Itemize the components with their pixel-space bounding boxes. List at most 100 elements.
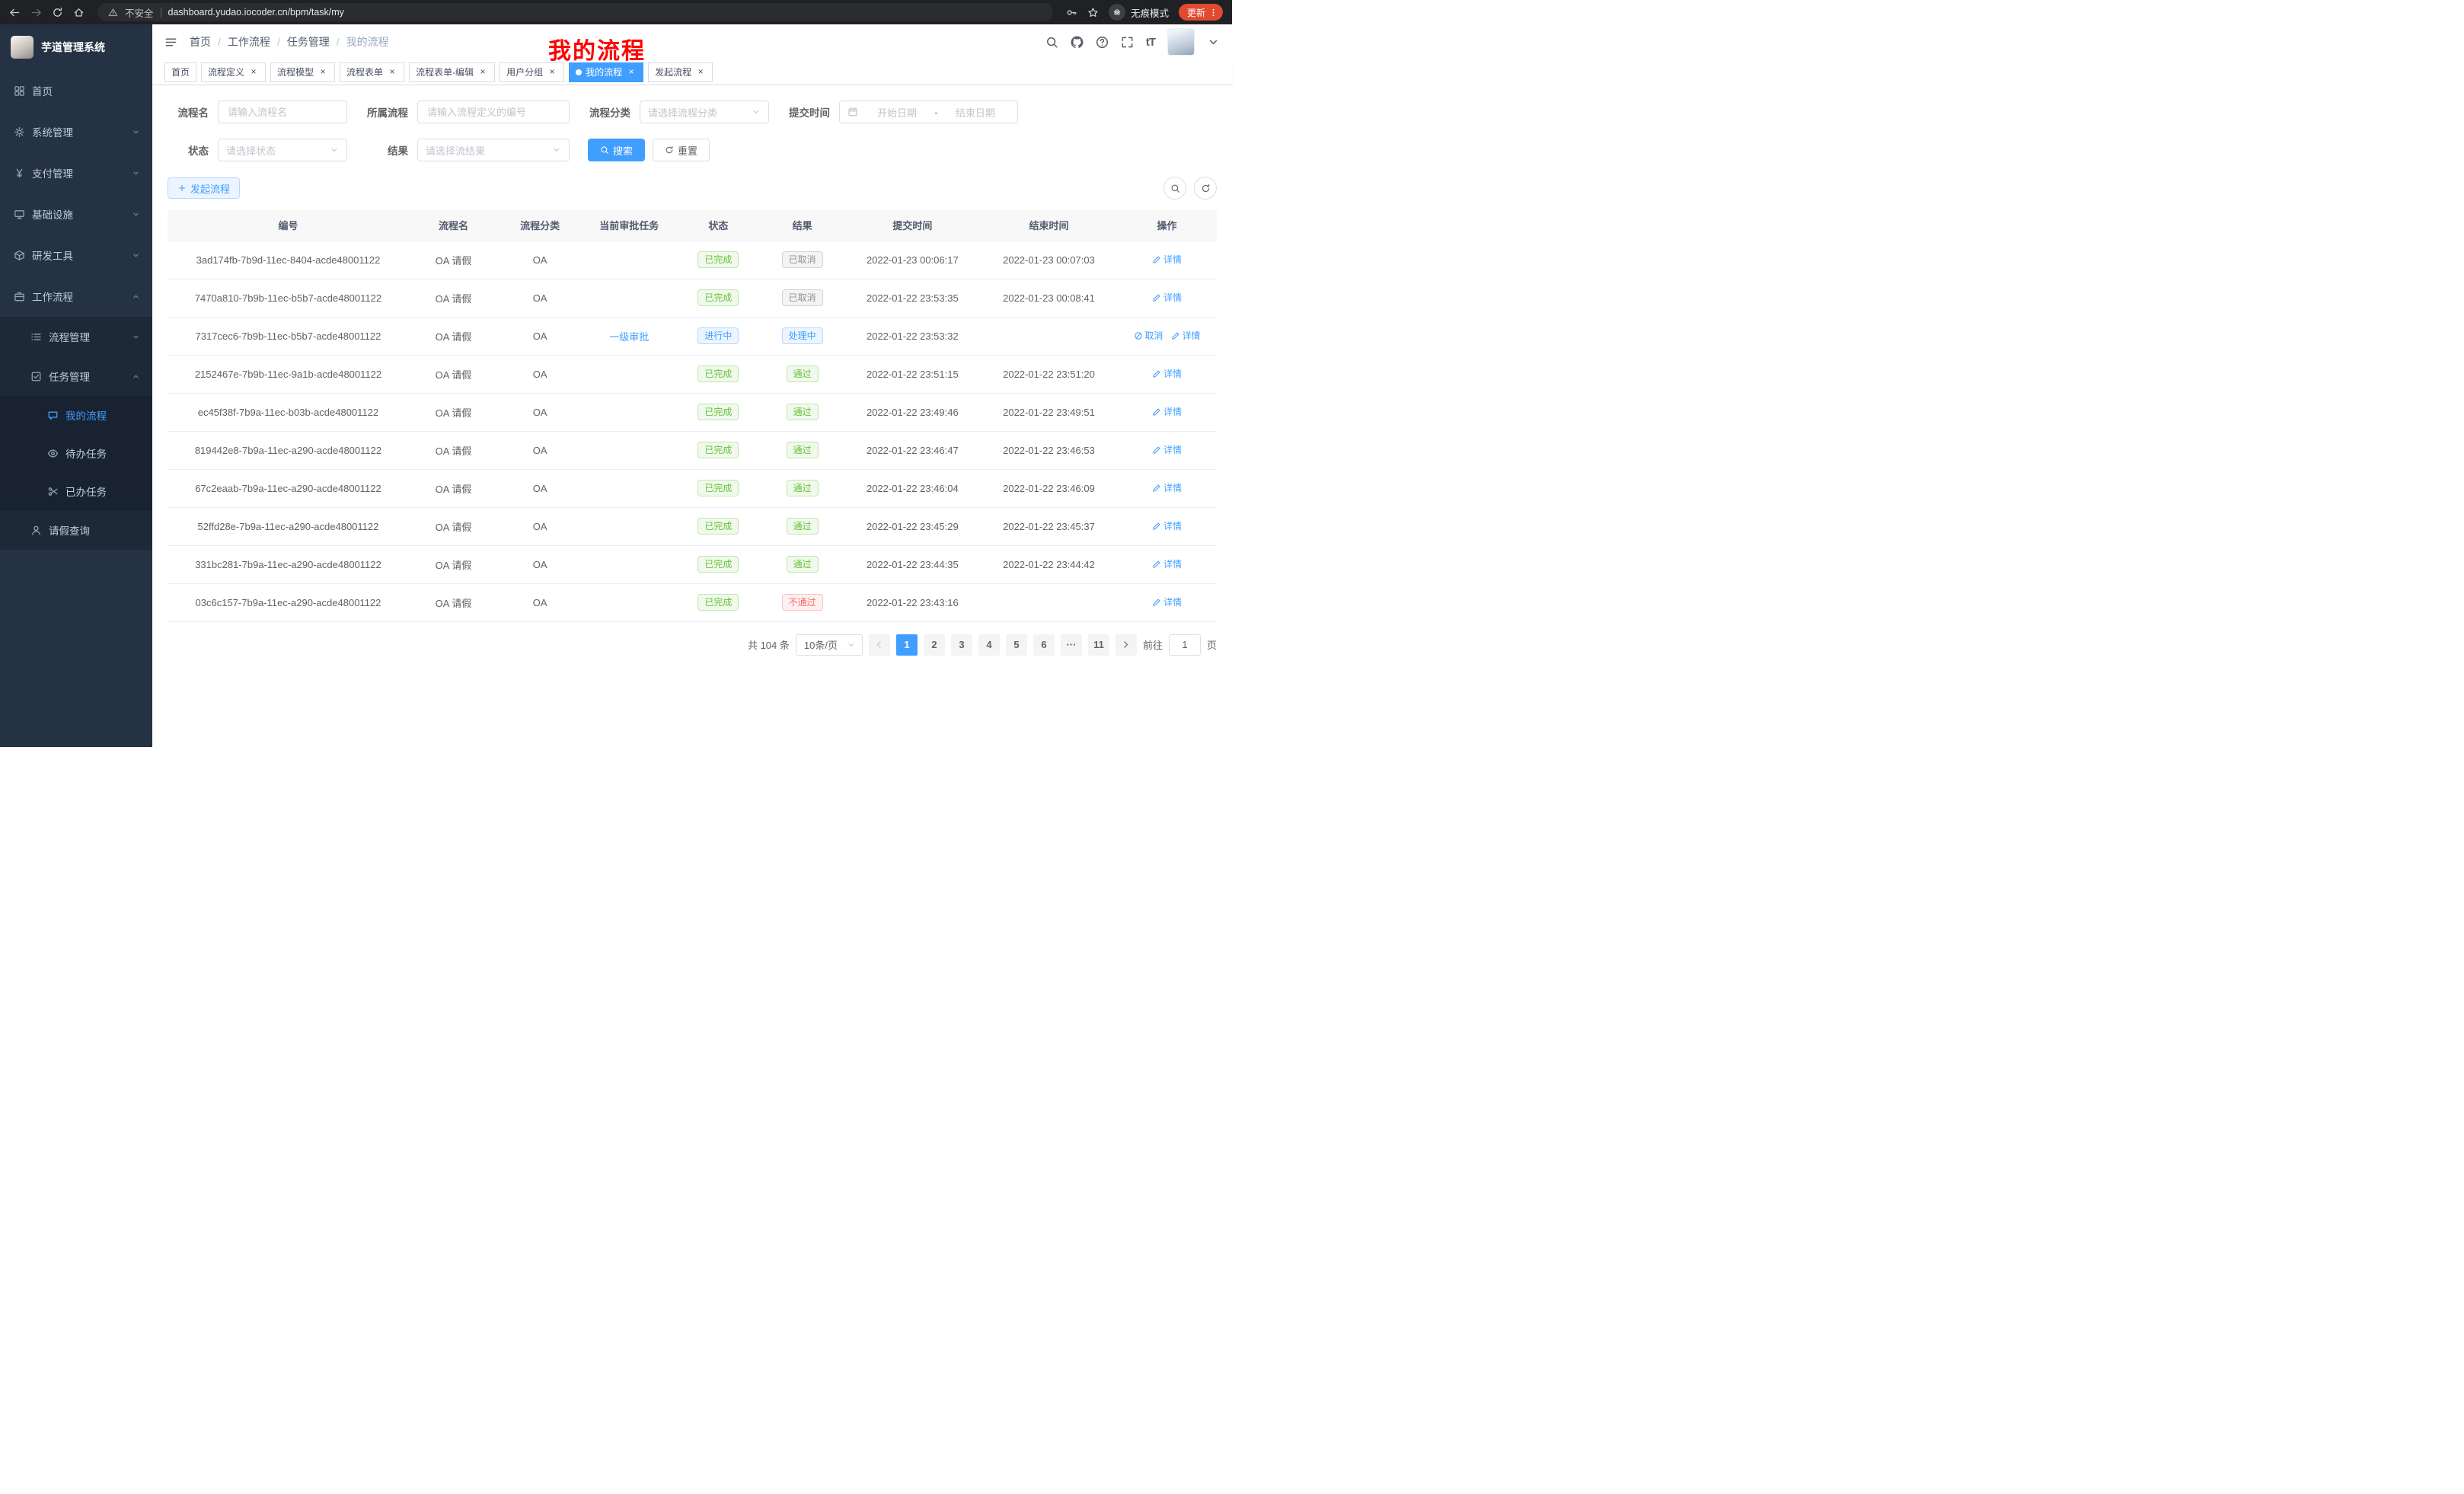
forward-icon[interactable] <box>30 7 42 18</box>
reload-icon[interactable] <box>52 7 63 18</box>
sidebar-item-workflow[interactable]: 工作流程 <box>0 276 152 317</box>
header-search-icon[interactable] <box>1045 36 1058 49</box>
github-icon[interactable] <box>1071 36 1084 49</box>
action-detail-link[interactable]: 详情 <box>1152 253 1182 266</box>
start-process-label: 发起流程 <box>190 181 230 196</box>
action-detail-link[interactable]: 详情 <box>1152 291 1182 304</box>
action-cancel-link[interactable]: 取消 <box>1134 329 1163 342</box>
user-avatar[interactable] <box>1167 28 1195 56</box>
tab-process-model[interactable]: 流程模型× <box>270 62 335 82</box>
browser-home-icon[interactable] <box>73 7 85 18</box>
update-button[interactable]: 更新 <box>1179 4 1223 21</box>
action-detail-link[interactable]: 详情 <box>1152 519 1182 532</box>
tab-home[interactable]: 首页 <box>164 62 196 82</box>
app-logo[interactable]: 芋道管理系统 <box>0 24 152 70</box>
sidebar-item-dev-tools[interactable]: 研发工具 <box>0 235 152 276</box>
action-detail-link[interactable]: 详情 <box>1171 329 1201 342</box>
current-task-link[interactable]: 一级审批 <box>609 329 649 343</box>
sidebar-item-infrastructure[interactable]: 基础设施 <box>0 193 152 235</box>
goto-page-input[interactable] <box>1169 634 1201 656</box>
chevron-down-icon <box>132 128 140 136</box>
sidebar-item-my-process[interactable]: 我的流程 <box>0 396 152 434</box>
font-size-icon[interactable]: tT <box>1146 36 1155 49</box>
process-definition-input[interactable] <box>417 101 570 123</box>
tab-close-icon[interactable]: × <box>626 67 637 78</box>
action-detail-link[interactable]: 详情 <box>1152 481 1182 494</box>
process-name-input[interactable] <box>218 101 347 123</box>
result-label: 结果 <box>365 142 408 158</box>
refresh-icon <box>665 145 674 155</box>
sidebar-item-process-management[interactable]: 流程管理 <box>0 317 152 356</box>
breadcrumb-home[interactable]: 首页 <box>190 34 211 49</box>
tab-process-form[interactable]: 流程表单× <box>340 62 404 82</box>
key-icon[interactable] <box>1066 7 1077 18</box>
cell-current-task <box>582 507 676 545</box>
sidebar-item-leave-query[interactable]: 请假查询 <box>0 510 152 550</box>
action-detail-link[interactable]: 详情 <box>1152 595 1182 608</box>
action-detail-link[interactable]: 详情 <box>1152 405 1182 418</box>
avatar-chevron-down-icon[interactable] <box>1207 36 1220 49</box>
tab-close-icon[interactable]: × <box>477 67 488 78</box>
page-button-2[interactable]: 2 <box>924 634 945 656</box>
fullscreen-icon[interactable] <box>1121 36 1134 49</box>
tab-close-icon[interactable]: × <box>248 67 259 78</box>
tab-close-icon[interactable]: × <box>318 67 328 78</box>
action-detail-link[interactable]: 详情 <box>1152 557 1182 570</box>
sidebar-item-home[interactable]: 首页 <box>0 70 152 111</box>
breadcrumb-workflow[interactable]: 工作流程 <box>228 34 270 49</box>
toggle-search-button[interactable] <box>1163 177 1186 200</box>
start-process-button[interactable]: 发起流程 <box>168 177 240 199</box>
breadcrumb-task-management[interactable]: 任务管理 <box>287 34 330 49</box>
search-button[interactable]: 搜索 <box>588 139 645 161</box>
tab-close-icon[interactable]: × <box>695 67 706 78</box>
tab-close-icon[interactable]: × <box>387 67 397 78</box>
sidebar-item-task-management[interactable]: 任务管理 <box>0 356 152 396</box>
cancel-icon <box>1134 331 1143 340</box>
action-label: 详情 <box>1163 367 1182 380</box>
sidebar-toggle-icon[interactable] <box>164 36 177 49</box>
detail-icon <box>1152 484 1161 493</box>
page-button-4[interactable]: 4 <box>978 634 1000 656</box>
refresh-table-button[interactable] <box>1194 177 1217 200</box>
address-bar[interactable]: 不安全 dashboard.yudao.iocoder.cn/bpm/task/… <box>97 3 1053 21</box>
sidebar-item-done-tasks[interactable]: 已办任务 <box>0 472 152 510</box>
action-detail-link[interactable]: 详情 <box>1152 443 1182 456</box>
cell-submit-time: 2022-01-23 00:06:17 <box>844 241 981 279</box>
page-button-11[interactable]: 11 <box>1088 634 1109 656</box>
browser-menu-dots-icon[interactable] <box>1208 8 1218 18</box>
tab-label: 我的流程 <box>586 65 622 78</box>
pager-more[interactable]: ··· <box>1061 634 1082 656</box>
tab-process-form-edit[interactable]: 流程表单-编辑× <box>409 62 495 82</box>
tab-start-process[interactable]: 发起流程× <box>648 62 713 82</box>
cell-status: 已完成 <box>676 507 760 545</box>
process-category-select[interactable]: 请选择流程分类 <box>640 101 769 123</box>
result-select[interactable]: 请选择流结果 <box>417 139 570 161</box>
reset-button[interactable]: 重置 <box>653 139 710 161</box>
page-size-select[interactable]: 10条/页 <box>796 634 863 656</box>
next-page-button[interactable] <box>1116 634 1137 656</box>
cell-submit-time: 2022-01-22 23:46:47 <box>844 431 981 469</box>
page-button-1[interactable]: 1 <box>896 634 918 656</box>
dev-tools-icon <box>14 250 25 261</box>
page-button-5[interactable]: 5 <box>1006 634 1027 656</box>
status-badge: 进行中 <box>697 327 739 344</box>
sidebar-item-payment-management[interactable]: 支付管理 <box>0 152 152 193</box>
status-select[interactable]: 请选择状态 <box>218 139 347 161</box>
tab-user-group[interactable]: 用户分组× <box>500 62 564 82</box>
page-button-3[interactable]: 3 <box>951 634 972 656</box>
tab-my-process[interactable]: 我的流程 × <box>569 62 643 82</box>
cell-current-task <box>582 241 676 279</box>
cell-current-task <box>582 431 676 469</box>
sidebar-item-todo-tasks[interactable]: 待办任务 <box>0 434 152 472</box>
action-detail-link[interactable]: 详情 <box>1152 367 1182 380</box>
cell-current-task <box>582 583 676 621</box>
help-icon[interactable] <box>1096 36 1109 49</box>
tab-process-definition[interactable]: 流程定义× <box>201 62 266 82</box>
table-header-row: 编号流程名流程分类当前审批任务状态结果提交时间结束时间操作 <box>168 210 1217 241</box>
back-icon[interactable] <box>9 7 21 18</box>
sidebar-item-system-management[interactable]: 系统管理 <box>0 111 152 152</box>
bookmark-star-icon[interactable] <box>1087 7 1099 18</box>
page-button-6[interactable]: 6 <box>1033 634 1055 656</box>
tab-close-icon[interactable]: × <box>547 67 557 78</box>
submit-time-range-picker[interactable]: 开始日期 - 结束日期 <box>839 101 1018 123</box>
